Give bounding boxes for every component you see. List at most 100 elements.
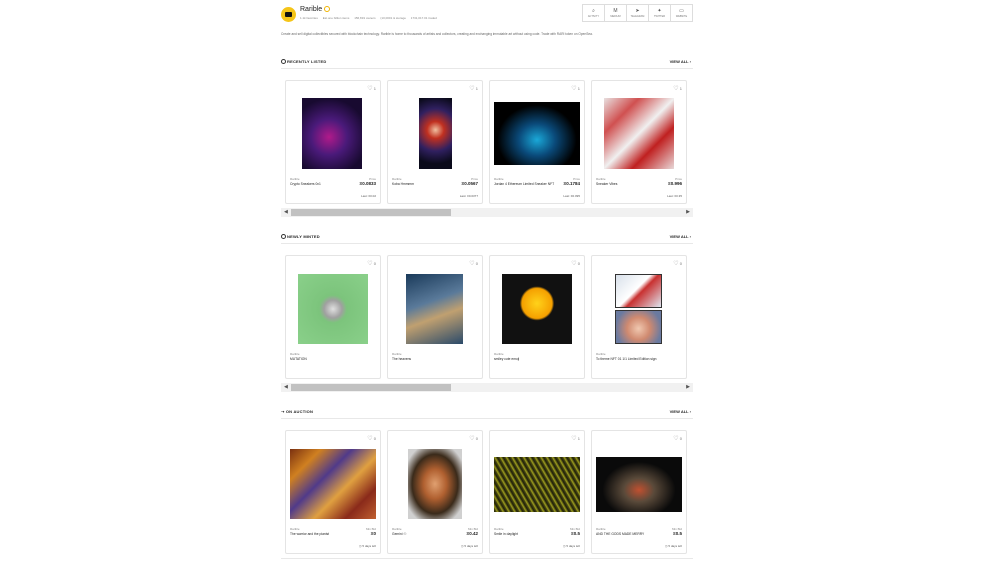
nft-card[interactable]: ♡ 1 Rarible Crypto Sneakers 0x1 Price Ξ0… (285, 80, 381, 204)
time-left: ◷ 5 days left (563, 544, 580, 548)
card-price: Ξ0.1784 (563, 181, 580, 186)
activity-icon: ⌕ (592, 8, 595, 14)
nft-card[interactable]: ♡ 1 Rarible Jordan 4 Ethereum Limited Sn… (489, 80, 585, 204)
time-left: ◷ 5 days left (461, 544, 478, 548)
scrollbar-thumb[interactable] (291, 384, 451, 391)
like-button[interactable]: ♡ 0 (571, 260, 580, 267)
card-price: Ξ0.0833 (359, 181, 376, 186)
card-name: Koba Hmmmm (392, 182, 414, 186)
like-button[interactable]: ♡ 1 (469, 85, 478, 92)
section-divider (281, 558, 693, 559)
nft-image (298, 274, 368, 344)
collection-description: Create and sell digital collectibles sec… (281, 32, 593, 36)
rarible-logo-icon (281, 7, 296, 22)
like-count: 0 (679, 436, 682, 441)
like-button[interactable]: ♡ 1 (571, 85, 580, 92)
like-button[interactable]: ♡ 0 (367, 260, 376, 267)
scrollbar-thumb[interactable] (291, 209, 451, 216)
scroll-right-icon[interactable]: ▶ (686, 209, 690, 215)
scroll-left-icon[interactable]: ◀ (284, 209, 288, 215)
like-button[interactable]: ♡ 0 (469, 435, 478, 442)
time-left: ◷ 5 days left (665, 544, 682, 548)
collection-header: Rarible 1.1k favorites Est.one billion i… (281, 4, 693, 28)
last-price: Last: ≡0.095 (563, 194, 580, 198)
card-brand: Rarible (596, 527, 606, 531)
view-all-minted-link[interactable]: VIEW ALL › (670, 234, 691, 239)
like-button[interactable]: ♡ 0 (673, 260, 682, 267)
nft-card[interactable]: ♡ 1 Rarible Koba Hmmmm Price Ξ0.0567 Las… (387, 80, 483, 204)
heart-icon: ♡ (367, 86, 373, 92)
heart-icon: ♡ (571, 261, 577, 267)
chevron-right-icon: › (689, 234, 691, 239)
like-button[interactable]: ♡ 1 (367, 85, 376, 92)
card-name: smiley cute emoji (494, 357, 520, 361)
recently-listed-scrollbar[interactable]: ◀ ▶ (281, 208, 693, 217)
like-button[interactable]: ♡ 0 (673, 435, 682, 442)
nft-image (615, 274, 662, 308)
card-name: Jordan 4 Ethereum Limited Sneaker NFT (494, 182, 555, 186)
view-all-auction-link[interactable]: VIEW ALL › (670, 409, 691, 414)
scroll-right-icon[interactable]: ▶ (686, 384, 690, 390)
view-all-label: VIEW ALL (669, 234, 689, 239)
activity-button[interactable]: ⌕ ACTIVITY (582, 4, 605, 22)
nft-card[interactable]: ♡ 0 Rarible AND THE GODS MADE MERRY Min … (591, 430, 687, 554)
like-button[interactable]: ♡ 0 (367, 435, 376, 442)
heart-icon: ♡ (469, 86, 475, 92)
heart-icon: ♡ (469, 261, 475, 267)
time-left-label: 5 days left (464, 544, 478, 548)
like-count: 0 (475, 436, 478, 441)
recent-icon (281, 59, 286, 64)
twitter-button[interactable]: ✦ TWITTER (648, 4, 671, 22)
like-button[interactable]: ♡ 1 (571, 435, 580, 442)
nft-card[interactable]: ♡ 0 Rarible The warrior and the pianist … (285, 430, 381, 554)
like-count: 0 (577, 261, 580, 266)
medium-icon: M (613, 8, 618, 14)
nft-image (302, 98, 362, 169)
card-price: Ξ0.5 (672, 531, 682, 536)
telegram-button[interactable]: ➤ TELEGRAM (626, 4, 649, 22)
on-auction-header: ⇢ ON AUCTION VIEW ALL › (281, 409, 693, 419)
like-count: 1 (577, 86, 580, 91)
card-brand: Rarible (392, 177, 402, 181)
card-brand: Rarible (290, 527, 300, 531)
nft-card[interactable]: ♡ 1 Rarible Sneaker Vibes Price Ξ0.996 L… (591, 80, 687, 204)
heart-icon: ♡ (571, 436, 577, 442)
nft-card[interactable]: ♡ 0 Rarible MUTATION (285, 255, 381, 379)
stat-owners: 156,819 owners (354, 16, 376, 20)
card-name: To theme NFT 01 1/1 Limited Edition sign (596, 357, 657, 361)
section-title: RECENTLY LISTED (281, 59, 326, 64)
nft-image (494, 102, 580, 165)
card-price: Ξ0.996 (667, 181, 682, 186)
time-left-label: 5 days left (668, 544, 682, 548)
card-name: Gemini ☉ (392, 532, 407, 536)
scroll-left-icon[interactable]: ◀ (284, 384, 288, 390)
stat-items: Est.one billion items (322, 16, 350, 20)
nft-image (408, 449, 462, 519)
card-brand: Rarible (494, 352, 504, 356)
website-button[interactable]: ▭ WEBSITE (670, 4, 693, 22)
nft-card[interactable]: ♡ 1 Rarible Smile in daylight Min Bid Ξ0… (489, 430, 585, 554)
heart-icon: ♡ (673, 86, 679, 92)
heart-icon: ♡ (571, 86, 577, 92)
medium-button[interactable]: M MEDIUM (604, 4, 627, 22)
newly-minted-scrollbar[interactable]: ◀ ▶ (281, 383, 693, 392)
nft-card[interactable]: ♡ 0 Rarible Gemini ☉ Min Bid Ξ0.42 ◷ 5 d… (387, 430, 483, 554)
view-all-recent-link[interactable]: VIEW ALL › (670, 59, 691, 64)
collection-page: Rarible 1.1k favorites Est.one billion i… (281, 0, 693, 565)
heart-icon: ♡ (673, 261, 679, 267)
like-button[interactable]: ♡ 0 (469, 260, 478, 267)
chevron-right-icon: › (689, 59, 691, 64)
recently-listed-title: RECENTLY LISTED (287, 59, 327, 64)
medium-label: MEDIUM (610, 15, 621, 18)
card-brand: Rarible (392, 527, 402, 531)
like-button[interactable]: ♡ 1 (673, 85, 682, 92)
card-name: The warrior and the pianist (290, 532, 330, 536)
time-left-label: 5 days left (362, 544, 376, 548)
nft-card[interactable]: ♡ 0 Rarible To theme NFT 01 1/1 Limited … (591, 255, 687, 379)
nft-card[interactable]: ♡ 0 Rarible smiley cute emoji (489, 255, 585, 379)
card-price: Ξ0.5 (570, 531, 580, 536)
nft-card[interactable]: ♡ 0 Rarible The heavens (387, 255, 483, 379)
card-name: The heavens (392, 357, 412, 361)
nft-image (290, 449, 376, 519)
like-count: 1 (679, 86, 682, 91)
